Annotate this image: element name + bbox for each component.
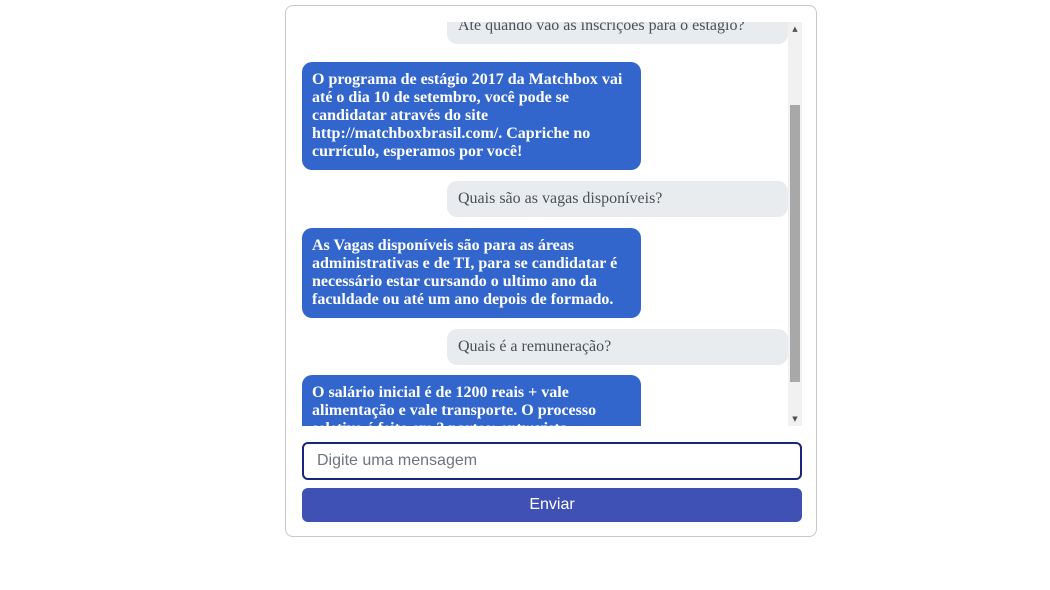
scrollbar-thumb[interactable] [790,105,800,382]
user-message: Quais é a remuneração? [447,329,788,365]
message-input[interactable] [302,442,802,480]
messages-list[interactable]: Até quando vão as inscrições para o está… [302,22,788,426]
send-button[interactable]: Enviar [302,488,802,522]
user-message: Até quando vão as inscrições para o está… [447,22,788,44]
bot-message: O salário inicial é de 1200 reais + vale… [302,375,641,426]
scroll-down-arrow-icon[interactable]: ▼ [788,412,802,426]
user-message: Quais são as vagas disponíveis? [447,181,788,217]
bot-message: As Vagas disponíveis são para as áreas a… [302,228,641,318]
bot-message: O programa de estágio 2017 da Matchbox v… [302,62,641,170]
messages-scrollbar[interactable]: ▲ ▼ [788,22,802,426]
scroll-up-arrow-icon[interactable]: ▲ [788,22,802,36]
chat-container: Até quando vão as inscrições para o está… [285,5,817,537]
